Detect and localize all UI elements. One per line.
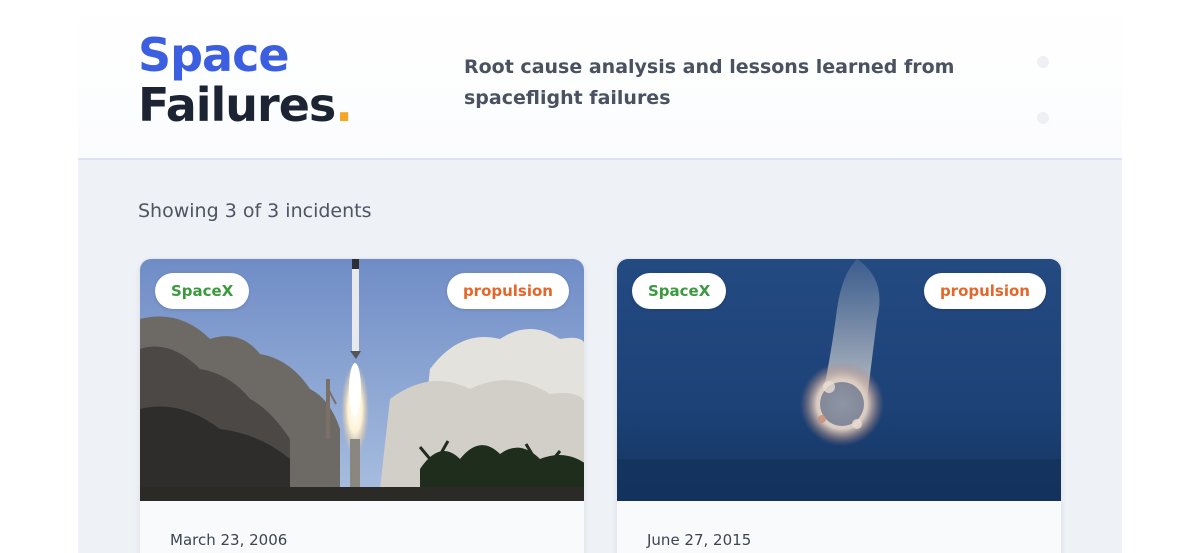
results-count: Showing 3 of 3 incidents (138, 200, 372, 222)
logo-dot: . (335, 78, 353, 132)
site-header: Space Failures. Root cause analysis and … (78, 0, 1122, 160)
page: Space Failures. Root cause analysis and … (78, 0, 1122, 553)
provider-badge[interactable]: SpaceX (632, 273, 727, 309)
category-badge[interactable]: propulsion (923, 273, 1046, 309)
category-badge[interactable]: propulsion (446, 273, 569, 309)
logo-word-failures: Failures (138, 78, 336, 132)
incident-card[interactable]: SpaceX propulsion June 27, 2015 (616, 258, 1062, 553)
site-tagline: Root cause analysis and lessons learned … (464, 56, 955, 109)
incident-card[interactable]: SpaceX propulsion March 23, 2006 (139, 258, 585, 553)
logo-line-1: Space (138, 28, 290, 82)
faint-dot-icon (1037, 112, 1049, 124)
provider-badge[interactable]: SpaceX (155, 273, 250, 309)
site-logo[interactable]: Space Failures. (138, 28, 353, 132)
logo-line-2: Failures. (138, 78, 353, 132)
faint-dot-icon (1037, 56, 1049, 68)
incident-date: June 27, 2015 (647, 531, 752, 549)
incident-date: March 23, 2006 (170, 531, 288, 549)
